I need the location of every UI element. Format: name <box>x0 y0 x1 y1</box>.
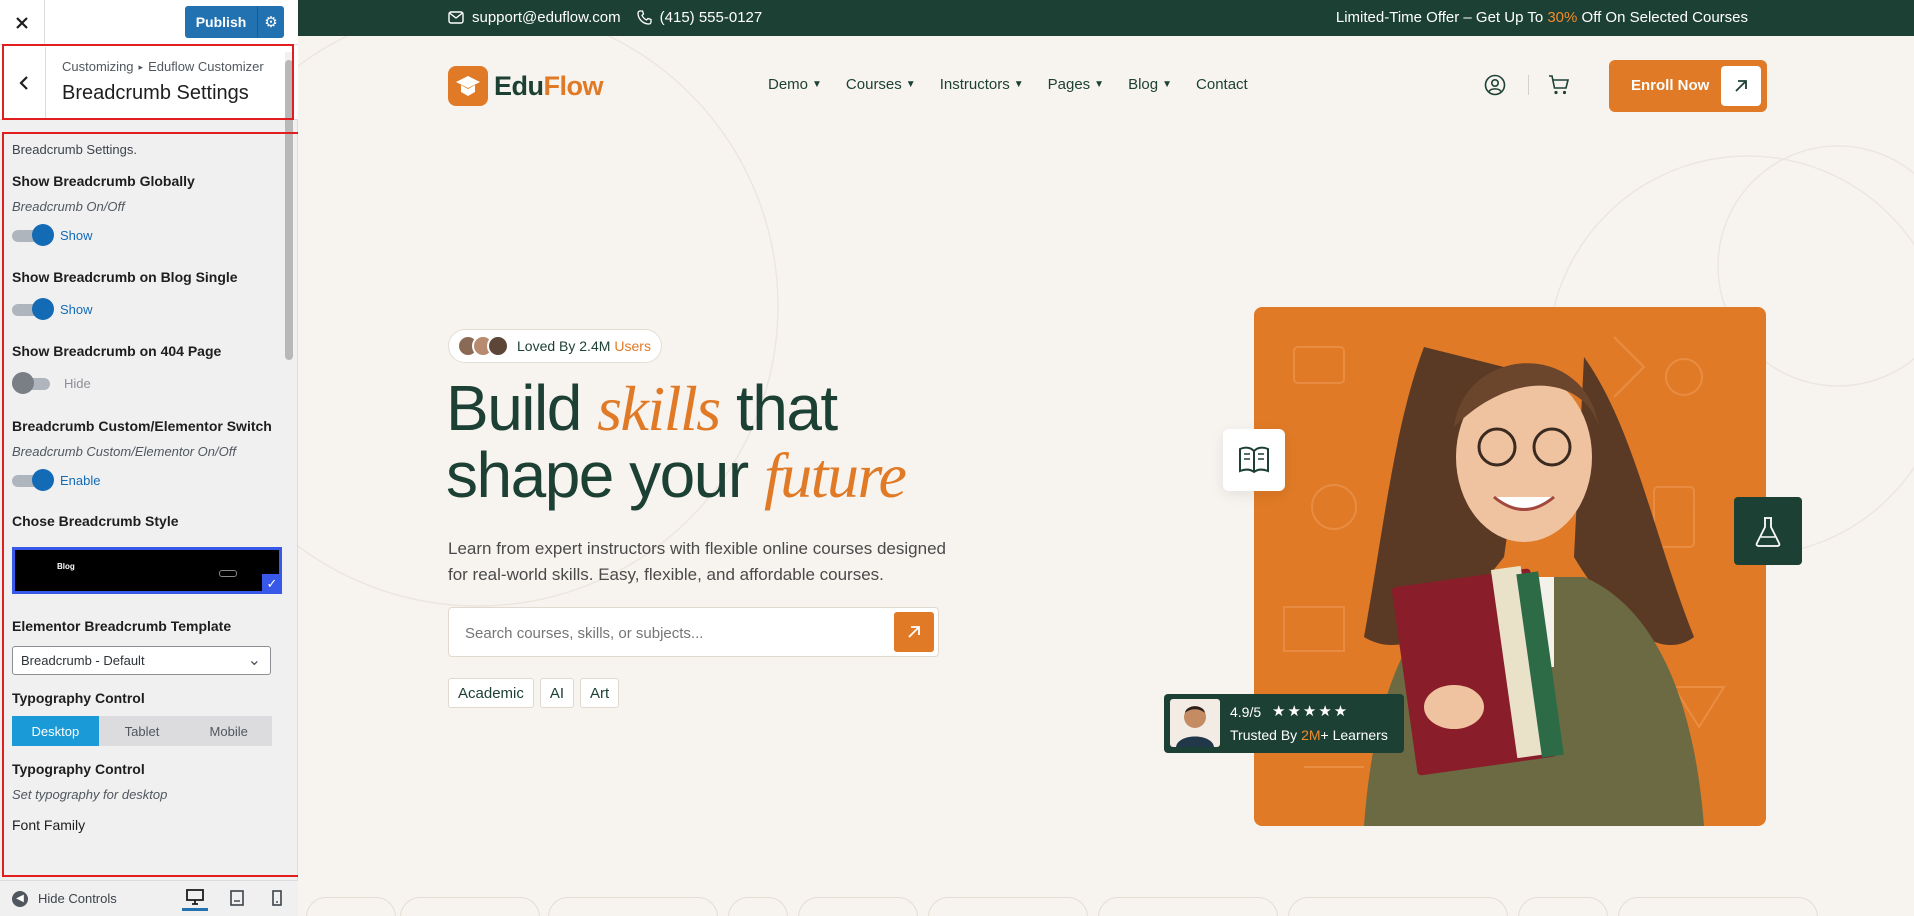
nav-label-blog: Blog <box>1128 76 1159 93</box>
loved-by-text: Loved By 2.4M <box>517 338 611 354</box>
peek-pill <box>1098 897 1278 916</box>
book-icon <box>1239 446 1269 474</box>
nav-label-instructors: Instructors <box>939 76 1010 93</box>
top-bar: support@eduflow.com (415) 555-0127 Limit… <box>298 0 1914 36</box>
hero-title-2b: future <box>763 440 907 511</box>
email-text: support@eduflow.com <box>472 9 621 26</box>
peek-pill <box>548 897 718 916</box>
nav-label-pages: Pages <box>1047 76 1091 93</box>
star-rating-icon: ★★★★★ <box>1272 703 1350 720</box>
hero-title-line-1: Build skills that <box>446 375 905 442</box>
hero-title-1c: that <box>719 372 838 444</box>
rating-card: 4.9/5 ★★★★★ Trusted By 2M+ Learners <box>1164 694 1404 753</box>
search-input[interactable] <box>465 622 865 644</box>
phone-text: (415) 555-0127 <box>659 9 763 26</box>
chevron-down-icon: ▼ <box>812 79 822 90</box>
site-preview: support@eduflow.com (415) 555-0127 Limit… <box>298 0 1914 916</box>
offer-percent: 30% <box>1547 9 1578 26</box>
nav-label-contact: Contact <box>1196 76 1248 93</box>
peek-pill <box>1288 897 1508 916</box>
trusted-suffix: + Learners <box>1320 727 1388 743</box>
hero-title-2a: shape your <box>446 439 764 511</box>
nav-item-blog[interactable]: Blog ▼ <box>1128 76 1172 93</box>
nav-divider <box>1528 75 1529 95</box>
chevron-down-icon: ▼ <box>905 79 916 90</box>
hero-subtitle: Learn from expert instructors with flexi… <box>448 539 946 584</box>
peek-pill <box>1618 897 1818 916</box>
top-contact: support@eduflow.com (415) 555-0127 <box>448 9 778 26</box>
arrow-up-right-icon <box>908 626 920 638</box>
logo-text-part1: Edu <box>494 70 544 101</box>
loved-by-badge: Loved By 2.4M Users <box>448 329 662 363</box>
tag-art[interactable]: Art <box>580 678 620 708</box>
nav-label-courses: Courses <box>845 76 902 93</box>
chevron-down-icon: ▼ <box>1162 79 1173 90</box>
peek-pill <box>798 897 918 916</box>
trusted-prefix: Trusted By <box>1230 727 1302 743</box>
nav-label-demo: Demo <box>768 76 809 93</box>
phone-icon <box>636 10 652 25</box>
nav-item-courses[interactable]: Courses ▼ <box>846 76 916 93</box>
logo-text-part2: Flow <box>543 70 604 101</box>
email-link[interactable]: support@eduflow.com <box>448 9 621 26</box>
offer-prefix: Limited-Time Offer – Get Up To <box>1335 9 1548 26</box>
graduation-cap-icon <box>448 66 488 106</box>
avatar-stack <box>457 335 509 357</box>
main-nav: Demo ▼ Courses ▼ Instructors ▼ Pages ▼ Blog ▼… <box>768 76 1272 93</box>
peek-pill <box>1518 897 1608 916</box>
logo-text: EduFlow <box>494 71 603 102</box>
peek-pill <box>306 897 396 916</box>
site-logo[interactable]: EduFlow <box>448 66 603 106</box>
trusted-highlight: 2M <box>1301 727 1321 743</box>
hero-title-1a: Build <box>446 372 598 444</box>
peek-pill <box>928 897 1088 916</box>
hero-title: Build skills that shape your future <box>446 375 907 511</box>
tag-ai[interactable]: AI <box>539 678 575 708</box>
offer-suffix: Off On Selected Courses <box>1577 9 1748 26</box>
user-icon[interactable] <box>1484 74 1506 96</box>
nav-item-instructors[interactable]: Instructors ▼ <box>940 76 1024 93</box>
nav-item-demo[interactable]: Demo ▼ <box>768 76 822 93</box>
science-badge <box>1734 497 1802 565</box>
avatar <box>1170 699 1220 747</box>
course-search <box>448 607 939 657</box>
hero-title-1b: skills <box>597 373 721 444</box>
peek-pill <box>728 897 788 916</box>
arrow-up-right-icon <box>1721 66 1761 106</box>
hero-title-line-2: shape your future <box>446 439 907 511</box>
mail-icon <box>448 11 464 24</box>
book-badge <box>1223 429 1285 491</box>
flask-icon <box>1755 517 1781 547</box>
trusted-by-text: Trusted By 2M+ Learners <box>1230 727 1388 743</box>
offer-banner: Limited-Time Offer – Get Up To 30% Off O… <box>1336 9 1748 26</box>
loved-by-users: Users <box>614 338 651 354</box>
topic-tags: Academic AI Art <box>448 678 625 708</box>
rating-score: 4.9/5 <box>1230 704 1262 720</box>
peek-pill <box>400 897 540 916</box>
nav-item-pages[interactable]: Pages ▼ <box>1048 76 1104 93</box>
chevron-down-icon: ▼ <box>1094 79 1105 90</box>
enroll-label: Enroll Now <box>1631 77 1710 94</box>
tag-academic[interactable]: Academic <box>448 678 534 708</box>
phone-link[interactable]: (415) 555-0127 <box>636 9 763 26</box>
avatar <box>487 335 509 357</box>
enroll-now-button[interactable]: Enroll Now <box>1609 60 1767 112</box>
chevron-down-icon: ▼ <box>1013 79 1024 90</box>
nav-item-contact[interactable]: Contact <box>1196 76 1248 93</box>
search-button[interactable] <box>894 612 934 652</box>
cart-icon[interactable] <box>1548 74 1570 96</box>
